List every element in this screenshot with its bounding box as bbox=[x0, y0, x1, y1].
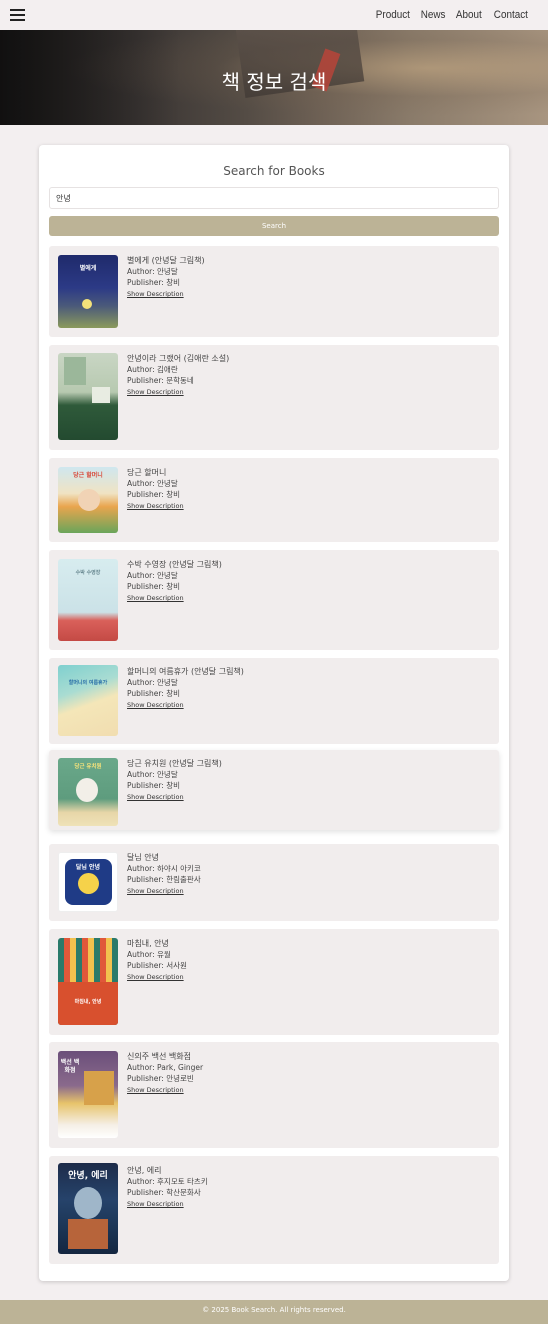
book-cover-image[interactable]: 백선 백화점 bbox=[58, 1051, 118, 1138]
book-author: Author: 안녕달 bbox=[127, 479, 178, 488]
book-author: Author: 안녕달 bbox=[127, 678, 178, 687]
result-item: 안녕, 에리 안녕, 에리 Author: 후지모토 타츠키 Publisher… bbox=[49, 1156, 499, 1264]
result-item: 달님 안녕 달님 안녕 Author: 하야시 아키코 Publisher: 한… bbox=[49, 844, 499, 921]
book-title: 할머니의 여름휴가 (안녕달 그림책) bbox=[127, 667, 244, 676]
book-cover-image[interactable]: 당근 할머니 bbox=[58, 467, 118, 533]
book-cover-image[interactable]: 할머니의 여름휴가 bbox=[58, 665, 118, 736]
show-description-link[interactable]: Show Description bbox=[127, 793, 184, 801]
book-author: Author: Park, Ginger bbox=[127, 1063, 204, 1072]
book-publisher: Publisher: 창비 bbox=[127, 278, 181, 287]
book-publisher: Publisher: 창비 bbox=[127, 490, 181, 499]
search-input[interactable] bbox=[49, 187, 499, 209]
hero-banner: 책 정보 검색 bbox=[0, 30, 548, 125]
book-cover-image[interactable] bbox=[58, 353, 118, 440]
book-publisher: Publisher: 창비 bbox=[127, 689, 181, 698]
show-description-link[interactable]: Show Description bbox=[127, 388, 184, 396]
book-meta: 마침내, 안녕 Author: 유월 Publisher: 서사원 Show D… bbox=[127, 938, 187, 983]
show-description-link[interactable]: Show Description bbox=[127, 973, 184, 981]
book-title: 별에게 (안녕달 그림책) bbox=[127, 256, 205, 265]
book-title: 마침내, 안녕 bbox=[127, 939, 169, 948]
result-item: 별에게 별에게 (안녕달 그림책) Author: 안녕달 Publisher:… bbox=[49, 246, 499, 337]
book-author: Author: 안녕달 bbox=[127, 571, 178, 580]
result-item: 당근 할머니 당근 할머니 Author: 안녕달 Publisher: 창비 … bbox=[49, 458, 499, 542]
nav-link-about[interactable]: About bbox=[456, 9, 482, 21]
search-heading: Search for Books bbox=[223, 164, 325, 178]
show-description-link[interactable]: Show Description bbox=[127, 887, 184, 895]
book-author: Author: 후지모토 타츠키 bbox=[127, 1177, 208, 1186]
nav-link-news[interactable]: News bbox=[421, 9, 446, 21]
book-title: 수박 수영장 (안녕달 그림책) bbox=[127, 560, 222, 569]
book-author: Author: 하야시 아키코 bbox=[127, 864, 201, 873]
result-item: 당근 유치원 당근 유치원 (안녕달 그림책) Author: 안녕달 Publ… bbox=[49, 750, 499, 830]
nav-link-product[interactable]: Product bbox=[376, 9, 410, 21]
book-meta: 당근 할머니 Author: 안녕달 Publisher: 창비 Show De… bbox=[127, 467, 184, 512]
book-title: 당근 유치원 (안녕달 그림책) bbox=[127, 759, 222, 768]
show-description-link[interactable]: Show Description bbox=[127, 1086, 184, 1094]
hero-title: 책 정보 검색 bbox=[221, 70, 327, 94]
book-title: 당근 할머니 bbox=[127, 468, 167, 477]
book-publisher: Publisher: 문학동네 bbox=[127, 376, 194, 385]
book-cover-image[interactable]: 당근 유치원 bbox=[58, 758, 118, 826]
book-publisher: Publisher: 서사원 bbox=[127, 961, 187, 970]
show-description-link[interactable]: Show Description bbox=[127, 594, 184, 602]
book-meta: 당근 유치원 (안녕달 그림책) Author: 안녕달 Publisher: … bbox=[127, 758, 222, 803]
book-meta: 신의주 백선 백화점 Author: Park, Ginger Publishe… bbox=[127, 1051, 203, 1096]
book-title: 안녕이라 그랬어 (김애란 소설) bbox=[127, 354, 230, 363]
result-item: 마침내, 안녕 마침내, 안녕 Author: 유월 Publisher: 서사… bbox=[49, 929, 499, 1035]
book-publisher: Publisher: 학산문화사 bbox=[127, 1188, 201, 1197]
show-description-link[interactable]: Show Description bbox=[127, 1200, 184, 1208]
book-author: Author: 안녕달 bbox=[127, 770, 178, 779]
book-cover-image[interactable]: 안녕, 에리 bbox=[58, 1163, 118, 1254]
book-cover-image[interactable]: 수박 수영장 bbox=[58, 559, 118, 641]
book-author: Author: 유월 bbox=[127, 950, 171, 959]
result-item: 백선 백화점 신의주 백선 백화점 Author: Park, Ginger P… bbox=[49, 1042, 499, 1148]
book-publisher: Publisher: 창비 bbox=[127, 582, 181, 591]
book-title: 신의주 백선 백화점 bbox=[127, 1052, 191, 1061]
book-meta: 달님 안녕 Author: 하야시 아키코 Publisher: 한림출판사 S… bbox=[127, 852, 201, 897]
book-title: 달님 안녕 bbox=[127, 853, 159, 862]
book-author: Author: 김애란 bbox=[127, 365, 178, 374]
show-description-link[interactable]: Show Description bbox=[127, 701, 184, 709]
book-meta: 할머니의 여름휴가 (안녕달 그림책) Author: 안녕달 Publishe… bbox=[127, 666, 244, 711]
book-title: 안녕, 에리 bbox=[127, 1166, 162, 1175]
show-description-link[interactable]: Show Description bbox=[127, 290, 184, 298]
book-publisher: Publisher: 한림출판사 bbox=[127, 875, 201, 884]
book-meta: 안녕, 에리 Author: 후지모토 타츠키 Publisher: 학산문화사… bbox=[127, 1165, 208, 1210]
book-cover-image[interactable]: 마침내, 안녕 bbox=[58, 938, 118, 1025]
nav-link-contact[interactable]: Contact bbox=[494, 9, 528, 21]
search-button[interactable]: Search bbox=[49, 216, 499, 236]
book-meta: 수박 수영장 (안녕달 그림책) Author: 안녕달 Publisher: … bbox=[127, 559, 222, 604]
book-publisher: Publisher: 창비 bbox=[127, 781, 181, 790]
book-cover-image[interactable]: 별에게 bbox=[58, 255, 118, 328]
book-meta: 별에게 (안녕달 그림책) Author: 안녕달 Publisher: 창비 … bbox=[127, 255, 205, 300]
book-author: Author: 안녕달 bbox=[127, 267, 178, 276]
search-card: Search for Books Search 별에게 별에게 (안녕달 그림책… bbox=[39, 145, 509, 1281]
book-meta: 안녕이라 그랬어 (김애란 소설) Author: 김애란 Publisher:… bbox=[127, 353, 229, 398]
footer-copyright: © 2025 Book Search. All rights reserved. bbox=[202, 1306, 346, 1314]
footer: © 2025 Book Search. All rights reserved. bbox=[0, 1300, 548, 1324]
book-publisher: Publisher: 안녕로빈 bbox=[127, 1074, 194, 1083]
result-item: 수박 수영장 수박 수영장 (안녕달 그림책) Author: 안녕달 Publ… bbox=[49, 550, 499, 650]
hamburger-menu-icon[interactable] bbox=[10, 9, 25, 21]
show-description-link[interactable]: Show Description bbox=[127, 502, 184, 510]
result-item: 할머니의 여름휴가 할머니의 여름휴가 (안녕달 그림책) Author: 안녕… bbox=[49, 658, 499, 744]
book-cover-image[interactable]: 달님 안녕 bbox=[58, 852, 118, 912]
result-item: 안녕이라 그랬어 (김애란 소설) Author: 김애란 Publisher:… bbox=[49, 345, 499, 450]
nav-links: Product News About Contact bbox=[372, 9, 528, 21]
top-nav: Product News About Contact bbox=[0, 0, 548, 30]
